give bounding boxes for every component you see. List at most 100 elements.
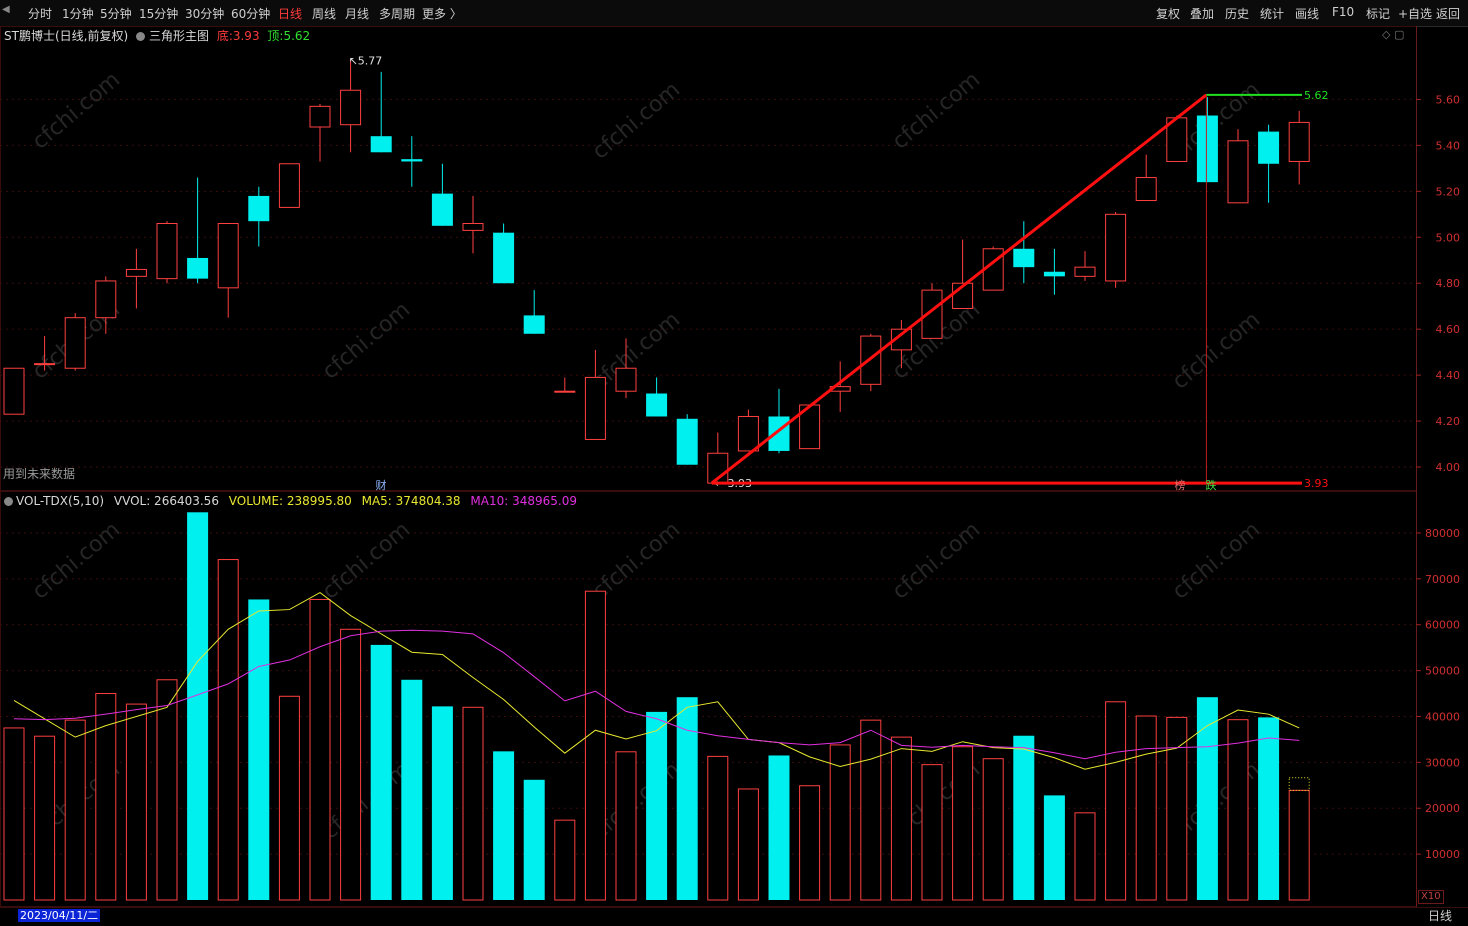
candle-body [737, 415, 759, 452]
candle-body [309, 105, 331, 128]
watermark-text: cfchi.com [588, 77, 685, 164]
watermark-text: cfchi.com [1168, 307, 1265, 394]
volume-bar [584, 590, 606, 901]
volume-bar [278, 695, 300, 901]
volume-bar [3, 727, 25, 901]
volume-bar [829, 744, 851, 901]
volume-forecast-box [1288, 777, 1310, 791]
watermark-text: cfchi.com [318, 517, 415, 604]
watermark-text: cfchi.com [28, 517, 125, 604]
candle-body [217, 222, 239, 289]
candle-body [431, 193, 453, 226]
candle-body [1074, 266, 1096, 277]
candle-body [1043, 271, 1065, 277]
volume-tick-label: 10000 [1425, 848, 1460, 861]
volume-bar [768, 755, 790, 900]
volume-bar [64, 719, 86, 901]
time-axis [0, 907, 1468, 926]
price-tick-label: 5.00 [1436, 231, 1461, 244]
volume-tick-label: 40000 [1425, 710, 1460, 723]
volume-bar [921, 764, 943, 901]
die-marker: 跌 [1206, 478, 1217, 492]
price-tick-label: 4.60 [1436, 323, 1461, 336]
cursor-date: 2023/04/11/二 [18, 909, 101, 922]
volume-bar [890, 736, 912, 901]
bang-marker: 榜 [1175, 478, 1186, 492]
volume-bar [523, 779, 545, 900]
volume-bar [34, 735, 56, 901]
candle-body [278, 163, 300, 208]
triangle-top-label: 5.62 [1304, 89, 1329, 102]
candle-body [370, 136, 392, 153]
triangle-bottom-label: 3.93 [1304, 477, 1329, 490]
volume-bar [248, 599, 270, 900]
x10-label: X10 [1418, 890, 1444, 904]
watermark-text: cfchi.com [888, 67, 985, 154]
volume-bar [1074, 812, 1096, 901]
watermark-text: cfchi.com [28, 67, 125, 154]
watermark-text: cfchi.com [318, 757, 415, 844]
volume-bar [340, 628, 362, 901]
candle-body [64, 317, 86, 369]
price-tick-label: 4.40 [1436, 369, 1461, 382]
triangle-rise-line [710, 93, 1208, 485]
candle-body [493, 232, 515, 284]
candle-body [1196, 115, 1218, 183]
price-tick-label: 5.20 [1436, 185, 1461, 198]
candle-body [554, 390, 576, 393]
price-tick-label: 5.40 [1436, 139, 1461, 152]
volume-bar [493, 751, 515, 900]
period-label: 日线 [1428, 909, 1453, 923]
volume-tick-label: 20000 [1425, 802, 1460, 815]
candle-body [646, 393, 668, 417]
price-tick-label: 4.00 [1436, 461, 1461, 474]
volume-bar [95, 693, 117, 901]
volume-bar [1196, 697, 1218, 900]
volume-tick-label: 30000 [1425, 756, 1460, 769]
watermark-text: cfchi.com [318, 297, 415, 384]
volume-bar [860, 719, 882, 901]
volume-bar [1105, 701, 1127, 901]
candle-body [95, 280, 117, 319]
volume-bar [646, 711, 668, 900]
candle-body [615, 367, 637, 392]
price-tick-label: 4.80 [1436, 277, 1461, 290]
volume-bar [1013, 735, 1035, 900]
volume-bar [799, 785, 821, 901]
candle-body [187, 257, 209, 279]
volume-bar [982, 758, 1004, 901]
kline-chart: 4.00 4.20 4.40 4.60 4.80 5.00 5.20 5.40 5.60 1000… [0, 26, 1461, 925]
volume-tick-label: 80000 [1425, 527, 1460, 540]
cai-marker: 财 [376, 478, 387, 492]
candle-body [401, 159, 423, 162]
candle-body [156, 222, 178, 280]
volume-bar [1227, 719, 1249, 901]
volume-bar [554, 819, 576, 901]
high-price-label: ↖5.77 [349, 54, 383, 67]
volume-bar [1166, 716, 1188, 901]
volume-bar [707, 755, 729, 901]
volume-bar [156, 679, 178, 901]
volume-bar [125, 703, 147, 901]
candle-body [3, 367, 25, 415]
volume-bar [217, 559, 239, 901]
candle-body [1013, 248, 1035, 268]
candle-body [248, 195, 270, 222]
candle-body [1258, 131, 1280, 164]
candle-body [676, 418, 698, 465]
candle-body [1105, 213, 1127, 282]
candle-body [125, 268, 147, 277]
price-tick-label: 5.60 [1436, 93, 1461, 106]
candle-body [523, 315, 545, 334]
volume-bar [737, 788, 759, 901]
candle-body [340, 89, 362, 126]
candle-body [1288, 121, 1310, 162]
volume-tick-label: 50000 [1425, 665, 1460, 678]
volume-bar [431, 706, 453, 900]
candle-body [1227, 140, 1249, 204]
volume-tick-label: 70000 [1425, 573, 1460, 586]
price-tick-label: 4.20 [1436, 415, 1461, 428]
candle-body [462, 222, 484, 231]
candle-body [768, 416, 790, 451]
volume-bar [401, 679, 423, 900]
